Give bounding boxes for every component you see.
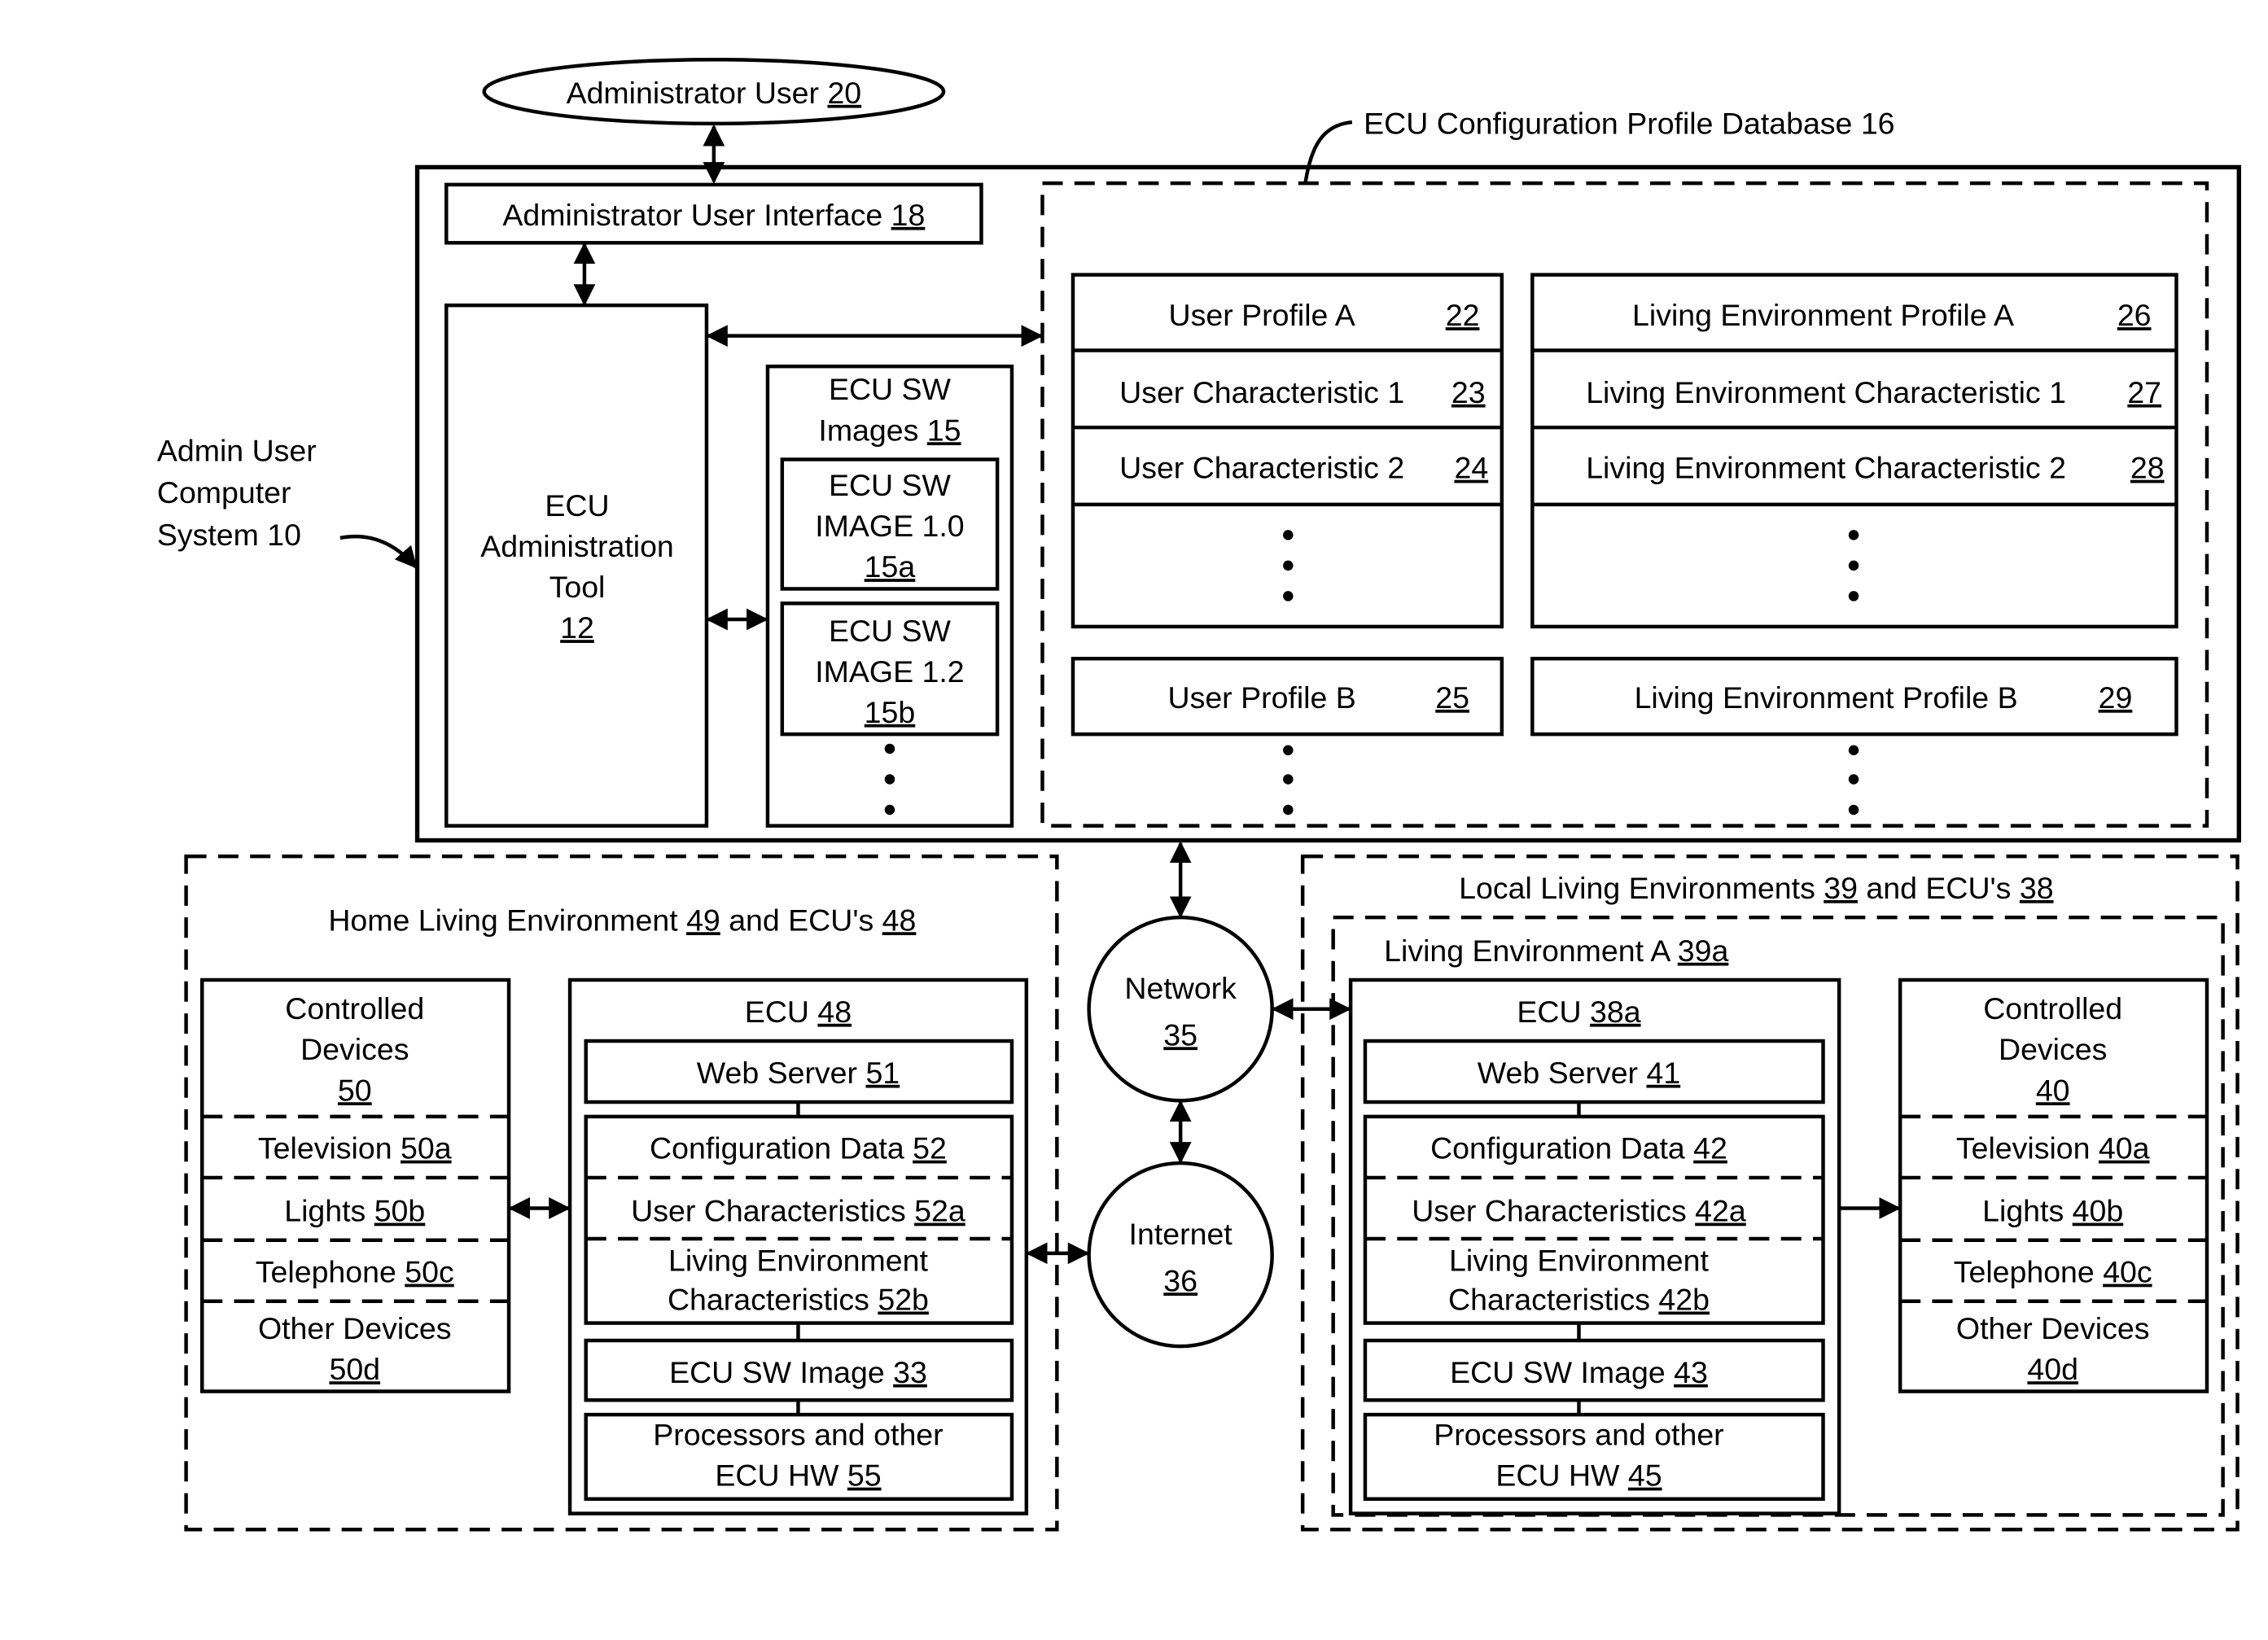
- local-title: Local Living Environments 39 and ECU's 3…: [1459, 871, 2053, 905]
- device-lights: Lights 40b: [1982, 1194, 2123, 1228]
- ref-number: 40: [2036, 1073, 2070, 1107]
- device-other: Other Devices: [258, 1311, 452, 1345]
- svg-text:Images 15: Images 15: [818, 413, 961, 447]
- svg-text:Admin User: Admin User: [157, 433, 317, 467]
- svg-text:Tool: Tool: [549, 570, 606, 604]
- ref-number: 18: [891, 198, 926, 232]
- device-television: Television 40a: [1956, 1131, 2150, 1165]
- svg-text:ECU 48: ECU 48: [745, 995, 852, 1029]
- local-controlled-devices: Controlled Devices 40 Television 40a Lig…: [1898, 977, 2209, 1393]
- internet-node: Internet 36: [1087, 1161, 1274, 1349]
- ref-number: 24: [1454, 451, 1488, 485]
- ref-number: 25: [1435, 680, 1469, 715]
- svg-text:Administration: Administration: [480, 529, 674, 563]
- svg-text:Network: Network: [1124, 971, 1237, 1005]
- svg-text:ECU SW Image 33: ECU SW Image 33: [669, 1355, 927, 1389]
- living-environment-characteristics: Living Environment: [668, 1243, 928, 1277]
- database-label: ECU Configuration Profile Database 16: [1364, 106, 1894, 140]
- administrator-user: Administrator User 20: [482, 58, 946, 126]
- device-telephone: Telephone 40c: [1954, 1255, 2152, 1289]
- user-characteristics: User Characteristics 52a: [631, 1194, 965, 1228]
- living-environment-profile-a: Living Environment Profile A 26 Living E…: [1530, 273, 2178, 629]
- svg-text:Web Server 41: Web Server 41: [1478, 1056, 1680, 1090]
- svg-text:ECU HW 55: ECU HW 55: [715, 1459, 881, 1493]
- svg-text:System 10: System 10: [157, 518, 301, 552]
- admin-ui-label: Administrator User Interface: [502, 198, 891, 232]
- ellipsis-dots: [1848, 745, 1859, 816]
- leader-arrow: [339, 534, 418, 569]
- svg-text:Configuration Data 42: Configuration Data 42: [1430, 1131, 1727, 1165]
- svg-text:ECU SW: ECU SW: [829, 372, 952, 406]
- ref-number: 23: [1451, 375, 1486, 409]
- svg-text:Administrator User 20: Administrator User 20: [567, 76, 862, 110]
- ref-number: 29: [2099, 680, 2133, 715]
- svg-text:ECU SW Image 43: ECU SW Image 43: [1450, 1355, 1708, 1389]
- svg-text:Living Environment Profile A: Living Environment Profile A: [1632, 298, 2014, 332]
- network-node: Network 35: [1087, 915, 1274, 1103]
- local-ecu: ECU 38a Web Server 41 Configuration Data…: [1348, 977, 1841, 1515]
- ref-number: 36: [1163, 1263, 1197, 1297]
- ref-number: 15b: [865, 695, 916, 729]
- device-other: Other Devices: [1956, 1311, 2150, 1345]
- svg-text:Controlled: Controlled: [285, 991, 424, 1026]
- svg-text:IMAGE 1.2: IMAGE 1.2: [815, 654, 964, 689]
- ref-number: 22: [1446, 298, 1480, 332]
- administrator-user-label: Administrator User: [567, 76, 828, 110]
- svg-text:Internet: Internet: [1129, 1217, 1233, 1251]
- living-environment-a-label: Living Environment A 39a: [1384, 934, 1728, 968]
- device-television: Television 50a: [258, 1131, 452, 1165]
- svg-text:Processors and other: Processors and other: [1434, 1418, 1723, 1452]
- ecu-administration-tool: [444, 303, 709, 828]
- svg-text:Living Environment Characteris: Living Environment Characteristic 2: [1586, 451, 2066, 485]
- svg-text:Characteristics 52b: Characteristics 52b: [668, 1282, 929, 1316]
- svg-text:Processors and other: Processors and other: [653, 1418, 943, 1452]
- ref-number: 35: [1163, 1017, 1197, 1052]
- ecu-system-diagram: Administrator User 20 ECU Configuration …: [157, 58, 2241, 1532]
- leader-line: [1303, 120, 1353, 182]
- svg-text:User Characteristic 2: User Characteristic 2: [1119, 451, 1404, 485]
- ellipsis-dots: [1283, 745, 1294, 816]
- svg-text:User Characteristic 1: User Characteristic 1: [1119, 375, 1404, 409]
- ref-number: 28: [2130, 451, 2165, 485]
- ref-number: 40d: [2027, 1352, 2078, 1386]
- svg-text:User Profile A: User Profile A: [1169, 298, 1355, 332]
- svg-text:Devices: Devices: [300, 1032, 409, 1066]
- ref-number: 15: [927, 413, 961, 447]
- ref-number: 20: [827, 76, 861, 110]
- svg-text:ECU SW: ECU SW: [829, 468, 952, 502]
- home-title: Home Living Environment 49 and ECU's 48: [328, 903, 916, 937]
- svg-text:ECU 38a: ECU 38a: [1517, 995, 1640, 1029]
- ref-number: 12: [560, 610, 594, 645]
- svg-text:Living Environment Profile B: Living Environment Profile B: [1635, 680, 2018, 715]
- admin-system-label: Admin User Computer System 10: [157, 433, 317, 552]
- ref-number: 50d: [329, 1352, 380, 1386]
- svg-text:Characteristics 42b: Characteristics 42b: [1448, 1282, 1710, 1316]
- svg-text:Computer: Computer: [157, 475, 291, 509]
- user-characteristics: User Characteristics 42a: [1412, 1194, 1746, 1228]
- home-ecu: ECU 48 Web Server 51 Configuration Data …: [567, 977, 1029, 1515]
- ref-number: 26: [2117, 298, 2152, 332]
- svg-text:Living Environment Characteris: Living Environment Characteristic 1: [1586, 375, 2066, 409]
- svg-text:ECU SW: ECU SW: [829, 614, 952, 648]
- device-telephone: Telephone 50c: [256, 1255, 454, 1289]
- svg-text:Devices: Devices: [1999, 1032, 2107, 1066]
- ref-number: 15a: [865, 549, 916, 584]
- ref-number: 27: [2127, 375, 2161, 409]
- home-controlled-devices: Controlled Devices 50 Television 50a Lig…: [200, 977, 511, 1393]
- svg-text:User Profile B: User Profile B: [1168, 680, 1356, 715]
- living-environment-characteristics: Living Environment: [1449, 1243, 1709, 1277]
- user-profile-a: User Profile A 22 User Characteristic 1 …: [1071, 273, 1504, 629]
- svg-text:Administrator User Interface 1: Administrator User Interface 18: [502, 198, 925, 232]
- svg-text:Controlled: Controlled: [1983, 991, 2122, 1026]
- svg-text:Configuration Data 52: Configuration Data 52: [650, 1131, 947, 1165]
- svg-text:ECU: ECU: [545, 488, 609, 523]
- ref-number: 50: [338, 1073, 372, 1107]
- device-lights: Lights 50b: [284, 1194, 425, 1228]
- svg-text:IMAGE 1.0: IMAGE 1.0: [815, 509, 964, 543]
- svg-text:ECU HW 45: ECU HW 45: [1495, 1459, 1662, 1493]
- svg-text:Web Server 51: Web Server 51: [697, 1056, 900, 1090]
